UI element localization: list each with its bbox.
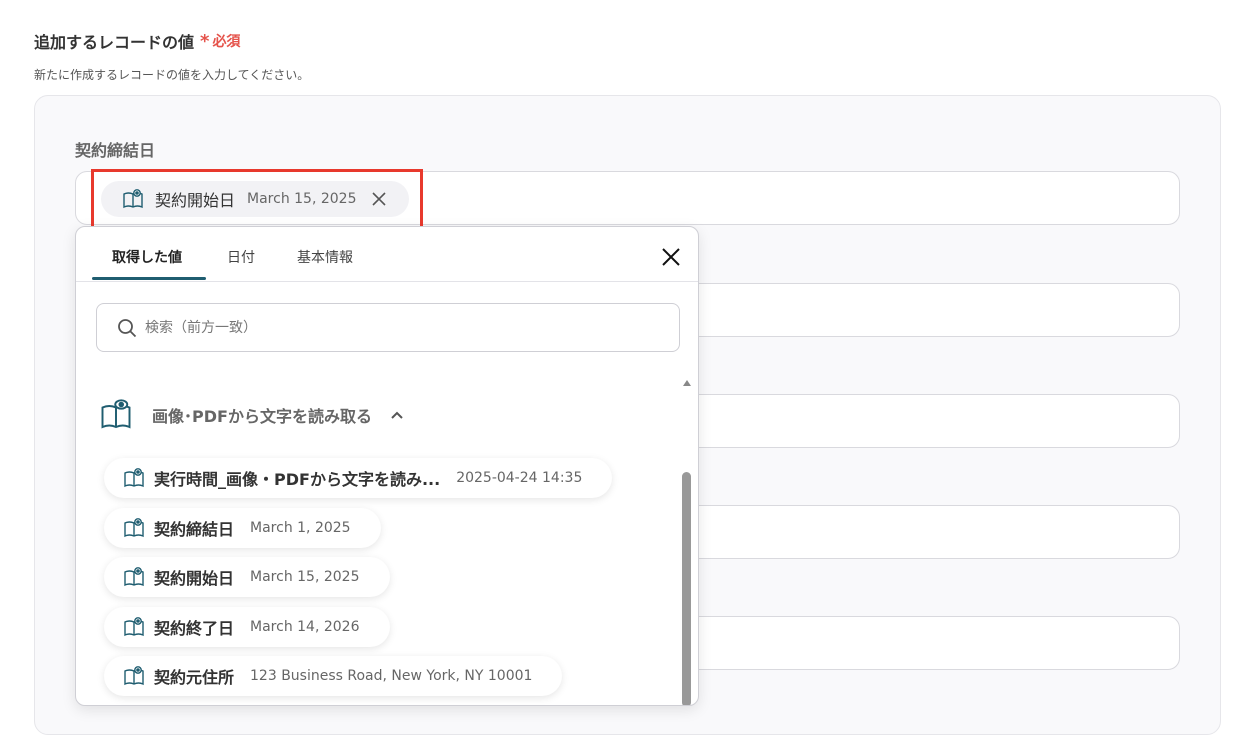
group-header-ocr[interactable]: 画像･PDFから文字を読み取る bbox=[98, 397, 404, 433]
list-item[interactable]: 実行時間_画像・PDFから文字を読み... 2025-04-24 14:35 bbox=[104, 458, 613, 498]
item-value: 123 Business Road, New York, NY 10001 bbox=[250, 668, 533, 684]
item-value: 2025-04-24 14:35 bbox=[456, 470, 583, 486]
item-label: 契約開始日 bbox=[154, 569, 235, 588]
item-value: March 1, 2025 bbox=[250, 520, 351, 536]
book-eye-icon bbox=[101, 399, 131, 429]
book-eye-icon bbox=[124, 617, 144, 637]
book-eye-icon bbox=[124, 518, 144, 538]
search-input[interactable] bbox=[143, 318, 647, 337]
book-eye-icon bbox=[124, 666, 144, 686]
book-eye-icon bbox=[124, 567, 144, 587]
highlight-box bbox=[91, 169, 423, 230]
value-picker-dropdown: 取得した値 日付 基本情報 画像･PDFから文字を読み取る 実行時間_画像・P bbox=[75, 226, 699, 706]
section-title-text: 追加するレコードの値 bbox=[34, 33, 195, 52]
search-box[interactable] bbox=[96, 303, 680, 352]
item-label: 契約終了日 bbox=[154, 619, 235, 638]
active-tab-indicator bbox=[92, 277, 206, 280]
book-eye-icon bbox=[124, 468, 144, 488]
tab-basic-info[interactable]: 基本情報 bbox=[297, 247, 353, 267]
item-label: 実行時間_画像・PDFから文字を読み... bbox=[154, 470, 441, 489]
required-star: * bbox=[200, 30, 210, 52]
required-label: 必須 bbox=[212, 34, 241, 50]
tab-acquired-values[interactable]: 取得した値 bbox=[112, 247, 182, 267]
picker-tabs: 取得した値 日付 基本情報 bbox=[76, 227, 698, 282]
chevron-up-icon bbox=[391, 411, 403, 419]
list-item[interactable]: 契約開始日 March 15, 2025 bbox=[104, 557, 390, 597]
tab-date[interactable]: 日付 bbox=[227, 247, 255, 267]
item-label: 契約元住所 bbox=[154, 668, 235, 687]
field-label: 契約締結日 bbox=[75, 141, 156, 160]
group-title: 画像･PDFから文字を読み取る bbox=[152, 407, 372, 426]
section-description: 新たに作成するレコードの値を入力してください。 bbox=[34, 68, 310, 82]
list-item[interactable]: 契約元住所 123 Business Road, New York, NY 10… bbox=[104, 656, 563, 696]
scroll-up-arrow-icon[interactable] bbox=[682, 379, 692, 387]
scrollbar-thumb[interactable] bbox=[682, 472, 691, 705]
item-label: 契約締結日 bbox=[154, 520, 235, 539]
item-value: March 15, 2025 bbox=[250, 569, 360, 585]
item-value: March 14, 2026 bbox=[250, 619, 360, 635]
section-title: 追加するレコードの値 * 必須 bbox=[34, 29, 240, 53]
list-item[interactable]: 契約締結日 March 1, 2025 bbox=[104, 508, 381, 548]
close-icon[interactable] bbox=[659, 245, 683, 269]
search-icon bbox=[118, 318, 137, 337]
list-item[interactable]: 契約終了日 March 14, 2026 bbox=[104, 607, 390, 647]
